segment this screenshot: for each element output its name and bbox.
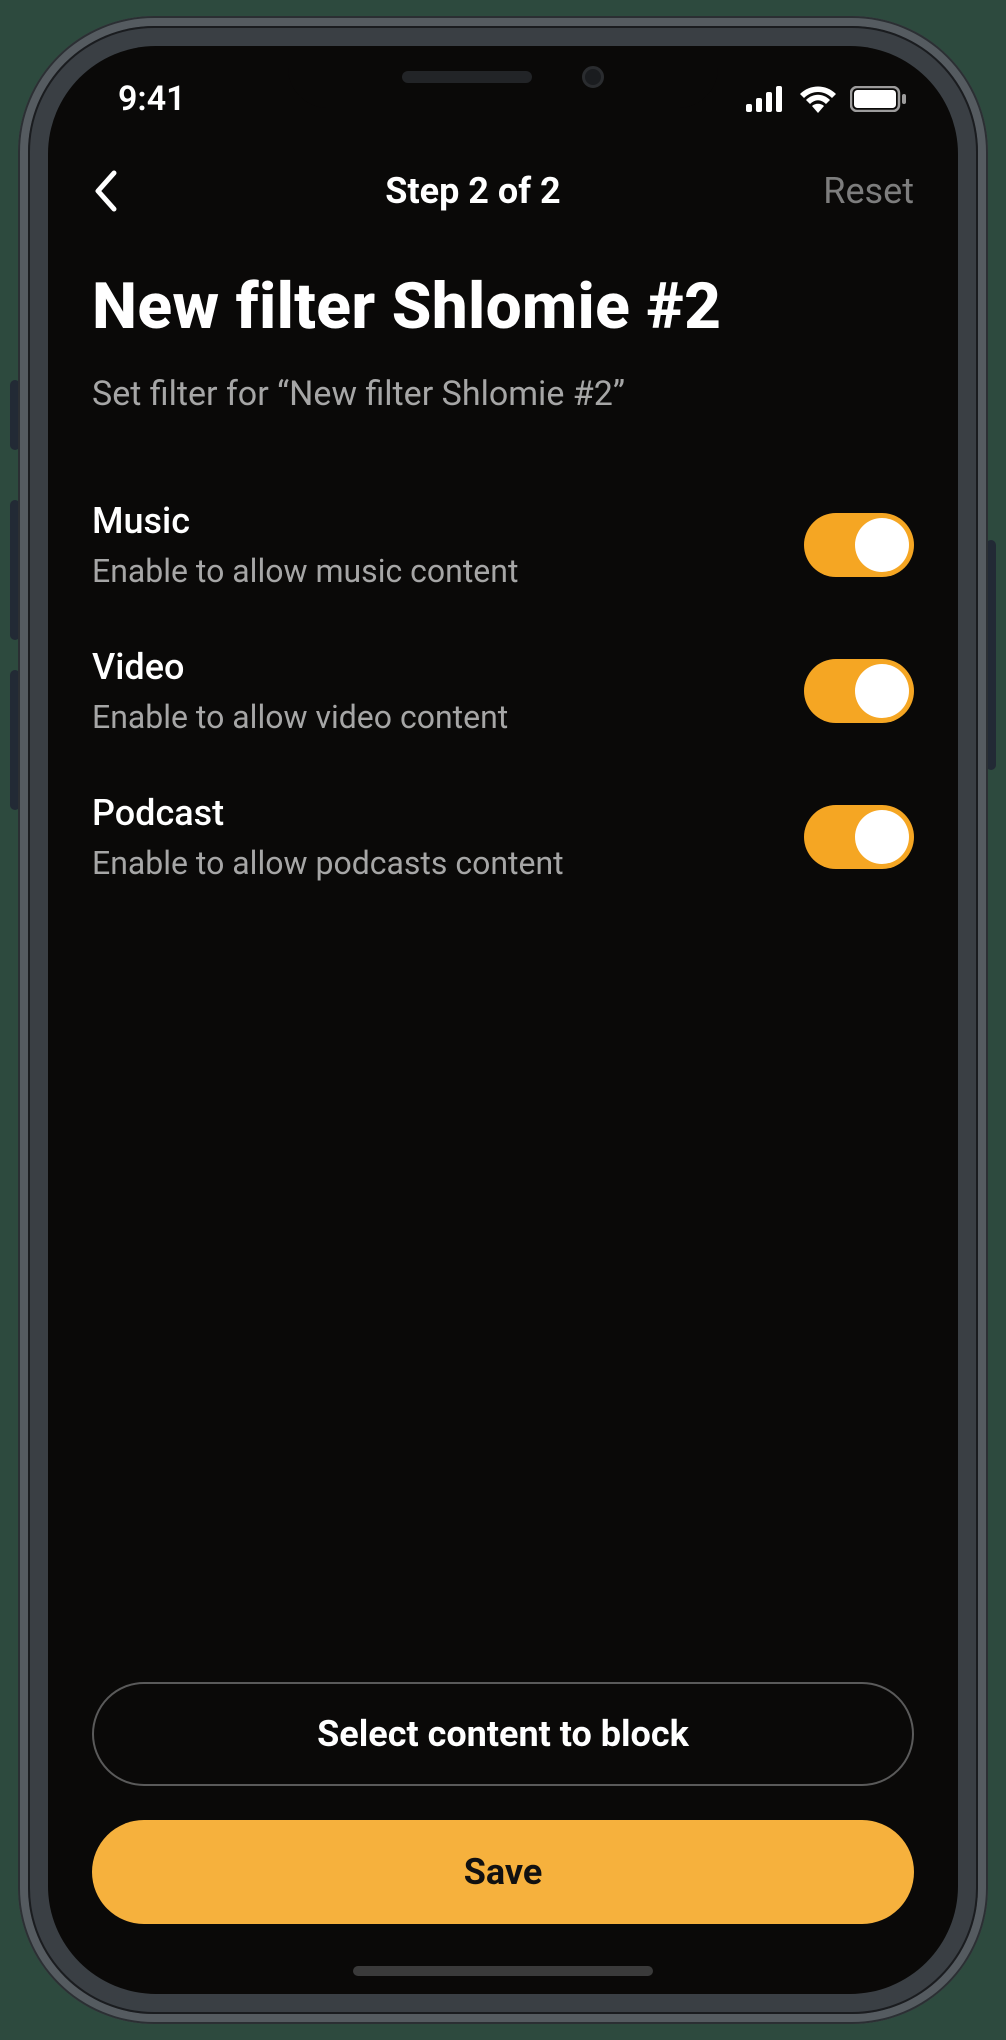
toggle-music[interactable] xyxy=(804,513,914,577)
footer: Select content to block Save xyxy=(48,1682,958,1994)
status-indicators xyxy=(746,85,908,113)
nav-title: Step 2 of 2 xyxy=(385,170,560,212)
content: New filter Shlomie #2 Set filter for “Ne… xyxy=(48,236,958,1682)
option-title: Podcast xyxy=(92,792,784,834)
toggle-knob xyxy=(855,810,909,864)
option-music: Music Enable to allow music content xyxy=(92,500,914,590)
battery-icon xyxy=(850,86,908,112)
option-description: Enable to allow podcasts content xyxy=(92,844,784,882)
option-podcast: Podcast Enable to allow podcasts content xyxy=(92,792,914,882)
toggle-video[interactable] xyxy=(804,659,914,723)
screen: 9:41 xyxy=(48,46,958,1994)
page-title: New filter Shlomie #2 xyxy=(92,270,914,344)
page-subtitle: Set filter for “New filter Shlomie #2” xyxy=(92,374,914,414)
notch xyxy=(288,46,718,108)
chevron-left-icon xyxy=(92,169,118,213)
option-description: Enable to allow music content xyxy=(92,552,784,590)
reset-button[interactable]: Reset xyxy=(794,170,914,212)
select-content-button[interactable]: Select content to block xyxy=(92,1682,914,1786)
wifi-icon xyxy=(798,85,838,113)
option-video: Video Enable to allow video content xyxy=(92,646,914,736)
option-title: Video xyxy=(92,646,784,688)
nav-bar: Step 2 of 2 Reset xyxy=(48,146,958,236)
button-label: Save xyxy=(464,1851,543,1893)
option-title: Music xyxy=(92,500,784,542)
toggle-knob xyxy=(855,518,909,572)
front-camera xyxy=(582,66,604,88)
speaker-grille xyxy=(402,71,532,83)
cellular-icon xyxy=(746,86,786,112)
back-button[interactable] xyxy=(92,169,152,213)
device-bezel: 9:41 xyxy=(28,26,978,2014)
status-time: 9:41 xyxy=(118,79,186,119)
toggle-knob xyxy=(855,664,909,718)
option-description: Enable to allow video content xyxy=(92,698,784,736)
device-frame: 9:41 xyxy=(18,16,988,2024)
toggle-podcast[interactable] xyxy=(804,805,914,869)
button-label: Select content to block xyxy=(317,1713,689,1755)
save-button[interactable]: Save xyxy=(92,1820,914,1924)
home-indicator[interactable] xyxy=(353,1966,653,1976)
options-list: Music Enable to allow music content Vide… xyxy=(92,500,914,882)
